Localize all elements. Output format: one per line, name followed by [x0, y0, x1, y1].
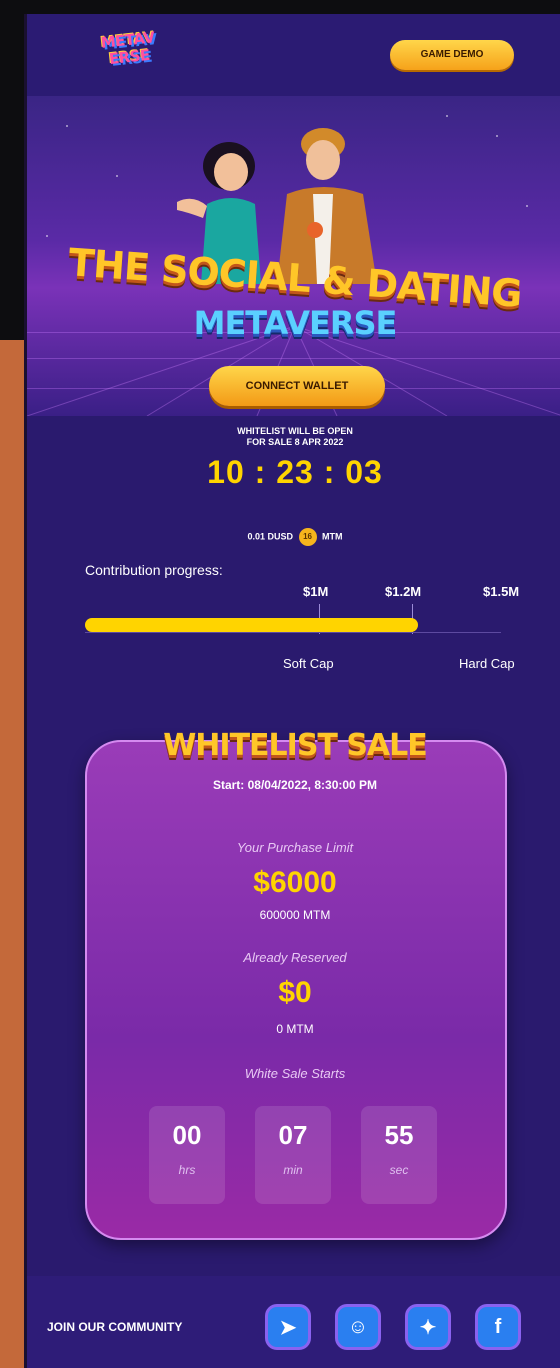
reddit-icon[interactable]: ☺ [335, 1304, 381, 1350]
whitelist-note-line-1: WHITELIST WILL BE OPEN [237, 426, 353, 436]
reserved-label: Already Reserved [243, 950, 347, 965]
logo[interactable]: METAV ERSE [87, 28, 171, 78]
sale-start-time: Start: 08/04/2022, 8:30:00 PM [212, 778, 378, 792]
timer-minutes-value: 07 [278, 1120, 308, 1150]
timer-minutes-unit: min [283, 1163, 303, 1177]
rate-right: MTM [322, 531, 343, 542]
soft-cap-label: Soft Cap [283, 656, 334, 671]
connect-wallet-button[interactable]: CONNECT WALLET [209, 366, 385, 406]
purchase-limit-value: $6000 [253, 866, 337, 899]
timer-box-hours: 00 hrs [149, 1106, 225, 1204]
timer-box-seconds: 55 sec [361, 1106, 437, 1204]
rate-left: 0.01 DUSD [247, 531, 293, 542]
whitelist-sale-heading: WHITELIST SALE [163, 728, 428, 763]
timer-seconds-unit: sec [389, 1163, 409, 1177]
timer-seconds-value: 55 [384, 1120, 414, 1150]
reserved-tokens: 0 MTM [276, 1022, 314, 1036]
join-community-label: JOIN OUR COMMUNITY [47, 1320, 183, 1334]
contribution-progress-label: Contribution progress: [85, 562, 223, 578]
cap-value-2: $1.2M [385, 584, 422, 599]
app-frame: METAV ERSE GAME DEMO THE SOCIAL & DATING… [24, 14, 560, 1368]
progress-fill [85, 618, 418, 632]
hero-banner: THE SOCIAL & DATING METAVERSE CONNECT WA… [27, 96, 560, 416]
purchase-limit-tokens: 600000 MTM [259, 908, 331, 922]
hero-subtitle: METAVERSE [193, 304, 398, 342]
coin-icon: 16 [298, 528, 317, 546]
game-demo-button[interactable]: GAME DEMO [390, 40, 514, 70]
hard-cap-label: Hard Cap [459, 656, 515, 671]
whitelist-note: WHITELIST WILL BE OPEN FOR SALE 8 APR 20… [27, 426, 560, 448]
reserved-value: $0 [278, 976, 312, 1009]
facebook-icon[interactable]: f [475, 1304, 521, 1350]
timer-hours-unit: hrs [178, 1163, 196, 1177]
twitter-icon[interactable]: ✦ [405, 1304, 451, 1350]
timer-hours-value: 00 [172, 1120, 202, 1150]
sale-countdown-timer: 10 : 23 : 03 [207, 454, 383, 490]
sale-starts-label: White Sale Starts [244, 1066, 346, 1081]
whitelist-note-line-2: FOR SALE 8 APR 2022 [246, 437, 344, 447]
cap-value-3: $1.5M [483, 584, 520, 599]
purchase-limit-label: Your Purchase Limit [236, 840, 354, 855]
cap-value-1: $1M [303, 584, 329, 599]
timer-box-minutes: 07 min [255, 1106, 331, 1204]
page-side-background [0, 340, 24, 1368]
telegram-icon[interactable]: ➤ [265, 1304, 311, 1350]
header-bar: METAV ERSE GAME DEMO [27, 14, 560, 96]
exchange-rate: 0.01 DUSD 16 MTM [27, 528, 560, 546]
